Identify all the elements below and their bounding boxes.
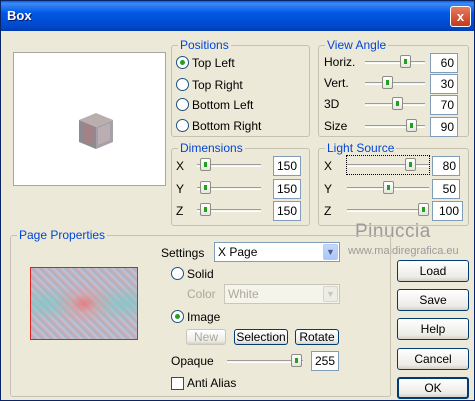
size-input[interactable]: 90 [430, 117, 458, 137]
dim-y-slider[interactable] [197, 179, 261, 197]
vert-input[interactable]: 30 [430, 74, 458, 94]
dim-z-label: Z [176, 204, 184, 218]
cube-preview-image [79, 113, 113, 149]
radio-icon [171, 267, 184, 281]
color-label: Color [187, 287, 216, 301]
vert-slider[interactable] [365, 74, 425, 92]
window-title: Box [7, 8, 32, 23]
slider-thumb[interactable] [200, 203, 211, 216]
light-y-slider[interactable] [347, 179, 429, 197]
dim-z-slider[interactable] [197, 201, 261, 219]
title-bar[interactable]: Box x [1, 1, 474, 31]
help-button[interactable]: Help [397, 318, 469, 340]
close-button[interactable]: x [450, 6, 471, 27]
radio-icon [176, 78, 189, 92]
light-x-label: X [324, 159, 333, 173]
chevron-down-icon[interactable]: ▼ [323, 286, 338, 302]
new-button[interactable]: New [186, 329, 226, 345]
settings-value: X Page [218, 245, 258, 259]
positions-legend: Positions [178, 38, 231, 52]
image-radio[interactable]: Image [171, 308, 220, 324]
anti-alias-checkbox[interactable]: Anti Alias [171, 375, 236, 391]
light-x-slider[interactable] [346, 155, 430, 175]
save-button[interactable]: Save [397, 289, 469, 311]
opaque-input[interactable]: 255 [311, 351, 339, 371]
horiz-label: Horiz. [324, 55, 356, 69]
cancel-button[interactable]: Cancel [397, 348, 469, 370]
light-source-legend: Light Source [325, 141, 397, 155]
load-button[interactable]: Load [397, 260, 469, 282]
page-texture-preview [30, 267, 138, 340]
ok-button[interactable]: OK [397, 377, 469, 399]
opaque-slider[interactable] [227, 352, 303, 370]
chevron-down-icon[interactable]: ▼ [323, 244, 338, 260]
close-icon: x [456, 9, 465, 24]
page-properties-legend: Page Properties [17, 228, 108, 242]
3d-input[interactable]: 70 [430, 95, 458, 115]
box-dialog: Box x Positions Top Left Top Right Botto… [0, 0, 475, 401]
dim-y-input[interactable]: 150 [273, 179, 301, 199]
settings-select[interactable]: X Page ▼ [214, 242, 340, 262]
color-select[interactable]: White ▼ [224, 284, 340, 304]
radio-icon [176, 98, 189, 112]
position-top-right-radio[interactable]: Top Right [176, 76, 243, 92]
size-label: Size [324, 119, 348, 133]
light-z-slider[interactable] [347, 201, 429, 219]
dim-x-input[interactable]: 150 [273, 156, 301, 176]
radio-selected-icon [176, 56, 189, 70]
3d-label: 3D [324, 97, 340, 111]
vert-label: Vert. [324, 76, 349, 90]
position-top-left-radio[interactable]: Top Left [176, 54, 235, 70]
view-angle-legend: View Angle [325, 38, 389, 52]
slider-thumb[interactable] [291, 354, 302, 367]
dim-x-label: X [176, 159, 185, 173]
light-z-label: Z [324, 204, 332, 218]
slider-thumb[interactable] [382, 76, 393, 89]
dim-y-label: Y [176, 182, 185, 196]
light-y-label: Y [324, 182, 333, 196]
solid-radio[interactable]: Solid [171, 265, 214, 281]
light-y-input[interactable]: 50 [432, 179, 460, 199]
light-z-input[interactable]: 100 [432, 201, 463, 221]
slider-thumb[interactable] [405, 158, 416, 171]
color-value: White [228, 287, 259, 301]
slider-thumb[interactable] [200, 158, 211, 171]
slider-thumb[interactable] [418, 203, 429, 216]
selection-button[interactable]: Selection [234, 329, 288, 345]
size-slider[interactable] [365, 117, 425, 135]
radio-selected-icon [171, 310, 184, 324]
radio-icon [176, 119, 189, 133]
dim-x-slider[interactable] [197, 156, 261, 174]
dimensions-legend: Dimensions [178, 141, 245, 155]
light-x-input[interactable]: 80 [432, 156, 460, 176]
slider-thumb[interactable] [200, 181, 211, 194]
position-bottom-right-radio[interactable]: Bottom Right [176, 117, 261, 133]
settings-label: Settings [161, 246, 205, 260]
3d-slider[interactable] [365, 95, 425, 113]
opaque-label: Opaque [171, 354, 214, 368]
rotate-button[interactable]: Rotate [295, 329, 339, 345]
horiz-input[interactable]: 60 [430, 53, 458, 73]
slider-thumb[interactable] [383, 181, 394, 194]
slider-thumb[interactable] [400, 55, 411, 68]
box-preview [13, 52, 166, 186]
position-bottom-left-radio[interactable]: Bottom Left [176, 96, 253, 112]
slider-thumb[interactable] [406, 119, 417, 132]
dim-z-input[interactable]: 150 [273, 201, 301, 221]
horiz-slider[interactable] [365, 53, 425, 71]
checkbox-icon [171, 377, 184, 391]
slider-thumb[interactable] [392, 97, 403, 110]
